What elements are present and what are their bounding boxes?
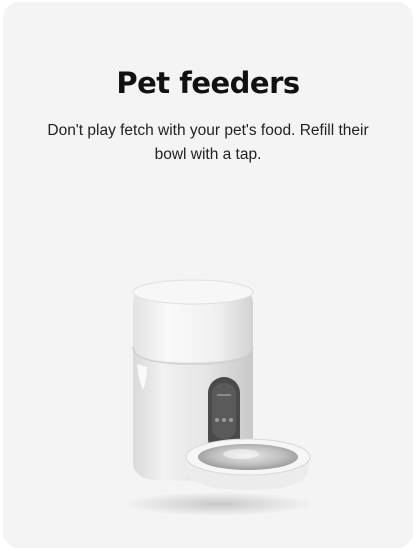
card-title: Pet feeders: [116, 66, 300, 100]
product-category-card[interactable]: Pet feeders Don't play fetch with your p…: [3, 2, 413, 548]
card-description: Don't play fetch with your pet's food. R…: [47, 122, 369, 163]
pet-feeder-image: [123, 279, 313, 516]
